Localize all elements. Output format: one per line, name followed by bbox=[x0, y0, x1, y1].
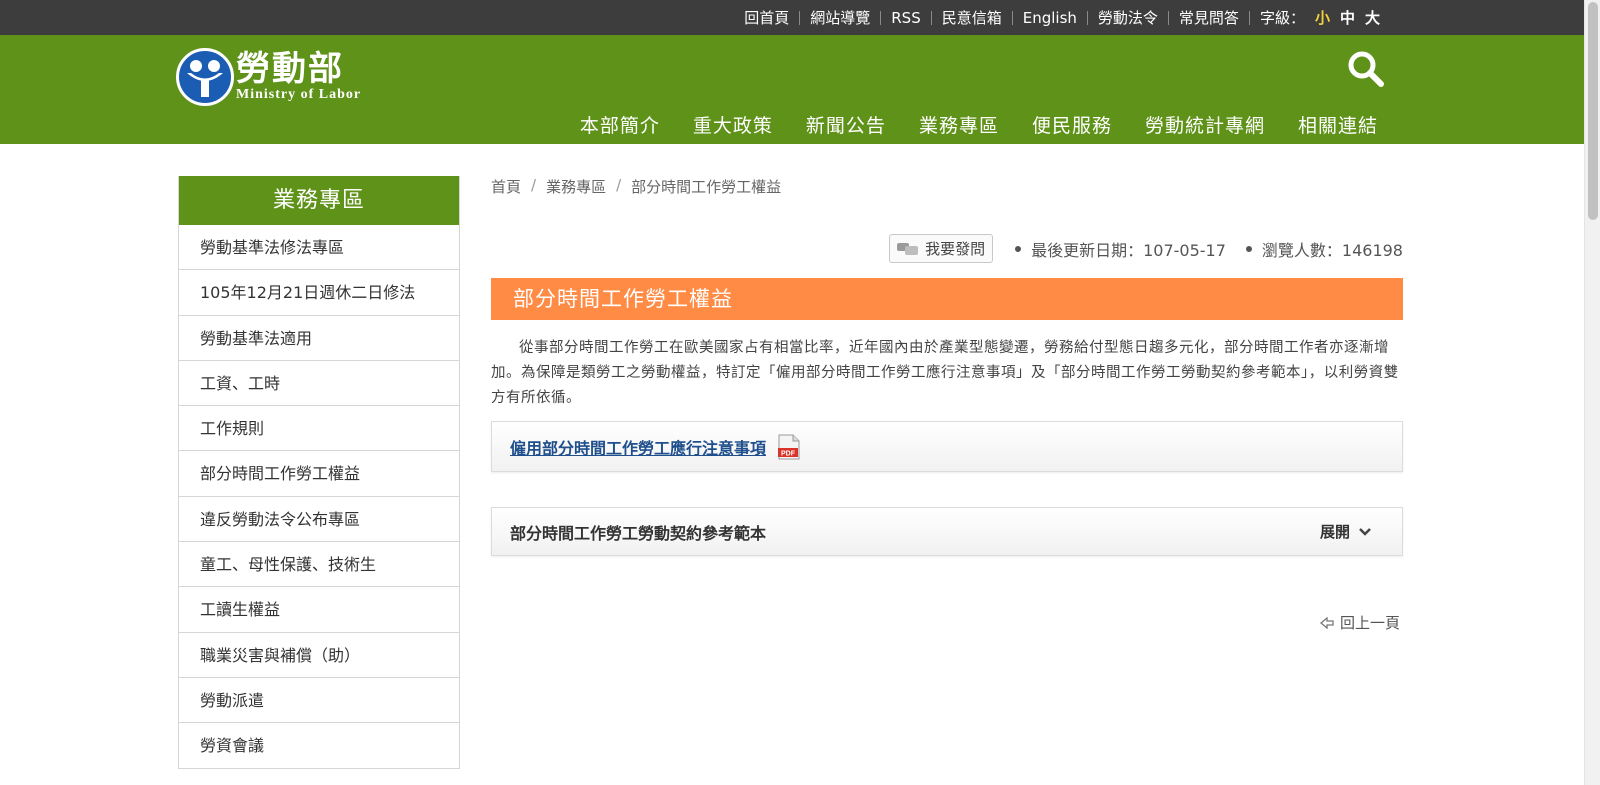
utility-bar: 回首頁 網站導覽 RSS 民意信箱 English 勞動法令 常見問答 字級： … bbox=[0, 0, 1584, 35]
font-size-small-button[interactable]: 小 bbox=[1315, 10, 1330, 25]
page-title: 部分時間工作勞工權益 bbox=[491, 278, 1403, 320]
contract-template-accordion[interactable]: 部分時間工作勞工勞動契約參考範本 展開 bbox=[491, 507, 1403, 556]
nav-item-statistics[interactable]: 勞動統計專網 bbox=[1145, 111, 1265, 138]
nav-item-policies[interactable]: 重大政策 bbox=[693, 111, 773, 138]
back-button[interactable]: 回上一頁 bbox=[1319, 612, 1400, 633]
nav-item-about[interactable]: 本部簡介 bbox=[580, 111, 660, 138]
sidebar-item-student-workers[interactable]: 工讀生權益 bbox=[179, 587, 459, 633]
utility-link-laws-text[interactable]: 勞動法令 bbox=[1098, 9, 1158, 27]
sidebar-item-two-day-weekend[interactable]: 105年12月21日週休二日修法 bbox=[179, 270, 459, 316]
font-size-control: 字級： 小 中 大 bbox=[1248, 8, 1380, 27]
font-size-label: 字級： bbox=[1259, 8, 1305, 27]
breadcrumb: 首頁 / 業務專區 / 部分時間工作勞工權益 bbox=[491, 176, 781, 197]
main-navigation: 本部簡介 重大政策 新聞公告 業務專區 便民服務 勞動統計專網 相關連結 bbox=[547, 111, 1378, 138]
utility-link-faq[interactable]: 常見問答 bbox=[1167, 9, 1249, 27]
utility-link-english[interactable]: English bbox=[1011, 9, 1087, 27]
site-logo[interactable]: 勞動部 Ministry of Labor bbox=[176, 47, 376, 107]
nav-item-news[interactable]: 新聞公告 bbox=[806, 111, 886, 138]
svg-text:PDF: PDF bbox=[781, 450, 796, 457]
page-scrollbar[interactable] bbox=[1584, 0, 1600, 785]
site-header: 勞動部 Ministry of Labor 本部簡介 重大政策 新聞公告 業務專… bbox=[0, 35, 1584, 144]
accordion-expand-label: 展開 bbox=[1319, 523, 1350, 541]
utility-link-mailbox[interactable]: 民意信箱 bbox=[930, 9, 1012, 27]
breadcrumb-home[interactable]: 首頁 bbox=[491, 176, 521, 197]
sidebar-item-wages-hours[interactable]: 工資、工時 bbox=[179, 361, 459, 407]
utility-link-faq-text[interactable]: 常見問答 bbox=[1179, 9, 1239, 27]
utility-links: 回首頁 網站導覽 RSS 民意信箱 English 勞動法令 常見問答 字級： … bbox=[734, 0, 1380, 35]
nav-item-services[interactable]: 便民服務 bbox=[1032, 111, 1112, 138]
chat-bubble-icon bbox=[897, 242, 919, 255]
sidebar-item-labor-meetings[interactable]: 勞資會議 bbox=[179, 723, 459, 769]
sidebar-item-part-time[interactable]: 部分時間工作勞工權益 bbox=[179, 451, 459, 497]
utility-link-rss[interactable]: RSS bbox=[880, 9, 930, 27]
sidebar-item-dispatch[interactable]: 勞動派遣 bbox=[179, 678, 459, 724]
ask-question-button[interactable]: 我要發問 bbox=[889, 234, 994, 263]
search-icon[interactable] bbox=[1346, 49, 1386, 89]
utility-link-sitemap[interactable]: 網站導覽 bbox=[799, 9, 880, 27]
guidelines-document-link[interactable]: 僱用部分時間工作勞工應行注意事項 bbox=[510, 435, 766, 459]
logo-chinese-name: 勞動部 bbox=[236, 49, 344, 89]
sidebar-item-violations[interactable]: 違反勞動法令公布專區 bbox=[179, 497, 459, 543]
sidebar-item-lsa-amendment[interactable]: 勞動基準法修法專區 bbox=[179, 225, 459, 271]
intro-paragraph: 從事部分時間工作勞工在歐美國家占有相當比率，近年國內由於產業型態變遷，勞務給付型… bbox=[491, 340, 1399, 406]
sidebar-item-work-rules[interactable]: 工作規則 bbox=[179, 406, 459, 452]
sidebar: 業務專區 勞動基準法修法專區 105年12月21日週休二日修法 勞動基準法適用 … bbox=[178, 176, 460, 769]
breadcrumb-business[interactable]: 業務專區 bbox=[546, 176, 606, 197]
utility-link-rss-text[interactable]: RSS bbox=[891, 9, 920, 27]
scrollbar-thumb[interactable] bbox=[1588, 2, 1598, 220]
sidebar-item-child-maternity[interactable]: 童工、母性保護、技術生 bbox=[179, 542, 459, 588]
sidebar-item-lsa-application[interactable]: 勞動基準法適用 bbox=[179, 316, 459, 361]
page: 回首頁 網站導覽 RSS 民意信箱 English 勞動法令 常見問答 字級： … bbox=[0, 0, 1600, 785]
view-count: 瀏覽人數：146198 bbox=[1246, 237, 1403, 261]
logo-text: 勞動部 Ministry of Labor bbox=[236, 51, 361, 103]
logo-english-name: Ministry of Labor bbox=[236, 87, 362, 102]
utility-link-laws[interactable]: 勞動法令 bbox=[1086, 9, 1168, 27]
back-label: 回上一頁 bbox=[1339, 614, 1400, 632]
breadcrumb-separator: / bbox=[531, 176, 537, 194]
ask-question-label: 我要發問 bbox=[925, 240, 986, 258]
ministry-emblem-icon bbox=[176, 48, 234, 106]
sidebar-title: 業務專區 bbox=[179, 176, 459, 225]
font-size-large-button[interactable]: 大 bbox=[1365, 10, 1380, 25]
last-updated-date: 最後更新日期：107-05-17 bbox=[1015, 237, 1226, 261]
accordion-expand-toggle[interactable]: 展開 bbox=[1320, 521, 1372, 542]
nav-item-business[interactable]: 業務專區 bbox=[919, 111, 999, 138]
document-link-panel: 僱用部分時間工作勞工應行注意事項 PDF bbox=[491, 421, 1403, 472]
breadcrumb-current: 部分時間工作勞工權益 bbox=[631, 178, 782, 196]
sidebar-item-occupational-injury[interactable]: 職業災害與補償（助） bbox=[179, 633, 459, 678]
breadcrumb-separator: / bbox=[616, 176, 622, 194]
font-size-medium-button[interactable]: 中 bbox=[1340, 10, 1355, 25]
utility-link-english-text[interactable]: English bbox=[1023, 9, 1077, 27]
utility-link-sitemap-text[interactable]: 網站導覽 bbox=[810, 9, 870, 27]
nav-item-links[interactable]: 相關連結 bbox=[1298, 111, 1378, 138]
chevron-down-icon bbox=[1359, 527, 1371, 536]
pdf-icon[interactable]: PDF bbox=[778, 434, 800, 460]
arrow-left-icon bbox=[1319, 616, 1334, 629]
utility-link-mailbox-text[interactable]: 民意信箱 bbox=[942, 9, 1002, 27]
utility-link-home-text[interactable]: 回首頁 bbox=[744, 9, 789, 27]
utility-link-home[interactable]: 回首頁 bbox=[734, 9, 799, 27]
page-meta: 我要發問 最後更新日期：107-05-17 瀏覽人數：146198 bbox=[889, 234, 1403, 263]
accordion-title: 部分時間工作勞工勞動契約參考範本 bbox=[510, 523, 767, 543]
